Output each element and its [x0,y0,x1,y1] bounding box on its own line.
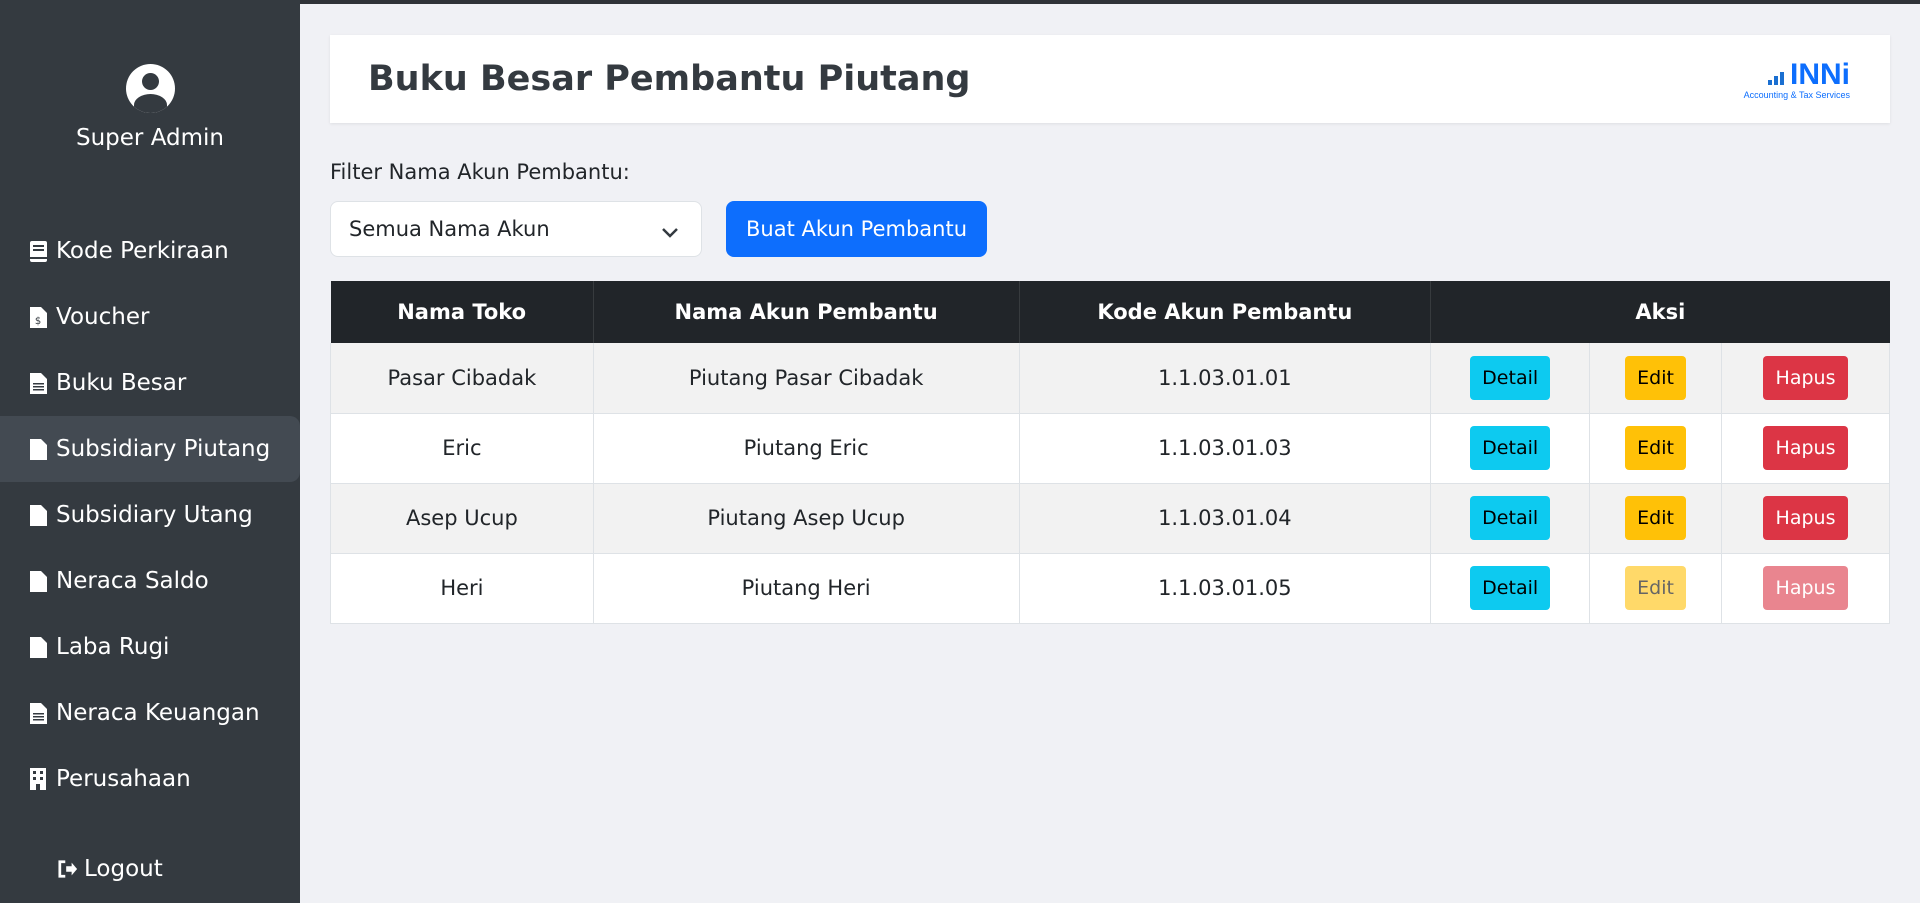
edit-button-disabled: Edit [1625,566,1687,610]
sidebar-item-laba-rugi[interactable]: Laba Rugi [0,614,300,680]
chevron-down-icon [661,220,679,244]
filter-label: Filter Nama Akun Pembantu: [330,160,630,184]
sidebar-item-label: Subsidiary Piutang [56,436,271,462]
create-account-button[interactable]: Buat Akun Pembantu [726,201,987,257]
sidebar-item-neraca-saldo[interactable]: Neraca Saldo [0,548,300,614]
sidebar-item-label: Kode Perkiraan [56,238,229,264]
cell-kode-akun: 1.1.03.01.01 [1018,343,1432,414]
cell-kode-akun: 1.1.03.01.05 [1018,553,1432,624]
sidebar-item-subsidiary-piutang[interactable]: Subsidiary Piutang [0,416,300,482]
column-header: Aksi [1635,300,1686,324]
sidebar-item-kode-perkiraan[interactable]: Kode Perkiraan [0,218,300,284]
document-icon [28,371,48,395]
svg-text:$: $ [34,316,40,327]
book-icon [28,239,48,263]
detail-button[interactable]: Detail [1470,496,1551,540]
sidebar-item-label: Laba Rugi [56,634,170,660]
cell-nama-akun: Piutang Heri [592,553,1020,624]
edit-button[interactable]: Edit [1625,355,1687,400]
delete-button[interactable]: Hapus [1763,426,1849,470]
table-row: Eric Piutang Eric 1.1.03.01.03 Detail Ed… [330,413,1890,484]
document-icon [28,635,48,659]
sidebar-item-buku-besar[interactable]: Buku Besar [0,350,300,416]
cell-nama-akun: Piutang Eric [592,413,1020,484]
table-row: Asep Ucup Piutang Asep Ucup 1.1.03.01.04… [330,483,1890,554]
detail-button[interactable]: Detail [1470,355,1551,400]
sidebar-item-perusahaan[interactable]: Perusahaan [0,746,300,812]
sidebar: Super Admin Kode Perkiraan $ Voucher Buk… [0,0,300,903]
document-icon [28,701,48,725]
sidebar-item-label: Buku Besar [56,370,187,396]
delete-button[interactable]: Hapus [1763,355,1849,400]
cell-nama-toko: Eric [330,413,594,484]
sign-out-icon [58,857,78,881]
column-header: Nama Toko [330,281,594,343]
sidebar-item-neraca-keuangan[interactable]: Neraca Keuangan [0,680,300,746]
sidebar-item-voucher[interactable]: $ Voucher [0,284,300,350]
select-value: Semua Nama Akun [349,217,550,241]
accounts-table: Nama Toko Nama Akun Pembantu Kode Akun P… [330,281,1890,624]
user-avatar-icon [125,64,175,113]
document-icon [28,503,48,527]
detail-button[interactable]: Detail [1470,566,1551,610]
logout-label: Logout [84,856,163,882]
edit-button[interactable]: Edit [1625,426,1687,470]
sidebar-item-label: Neraca Saldo [56,568,209,594]
document-icon [28,569,48,593]
building-icon [28,767,48,791]
column-header: Kode Akun Pembantu [1019,281,1432,343]
logo-subtitle: Accounting & Tax Services [1743,90,1850,100]
sidebar-item-label: Perusahaan [56,766,191,792]
logo-text: INNi [1790,58,1850,91]
delete-button[interactable]: Hapus [1763,496,1849,540]
invoice-icon: $ [28,305,48,329]
cell-nama-toko: Asep Ucup [330,483,594,554]
account-filter-select[interactable]: Semua Nama Akun [330,201,702,257]
logout-button[interactable]: Logout [58,856,163,882]
page-header: Buku Besar Pembantu Piutang INNi Account… [330,35,1890,123]
cell-kode-akun: 1.1.03.01.03 [1018,413,1432,484]
bar-chart-icon [1768,72,1784,85]
cell-nama-toko: Heri [330,553,594,624]
document-icon [28,437,48,461]
page-title: Buku Besar Pembantu Piutang [368,59,971,99]
table-row: Heri Piutang Heri 1.1.03.01.05 Detail Ed… [330,553,1890,624]
sidebar-item-label: Voucher [56,304,150,330]
sidebar-item-subsidiary-utang[interactable]: Subsidiary Utang [0,482,300,548]
user-name: Super Admin [76,125,224,151]
cell-nama-toko: Pasar Cibadak [330,343,594,414]
column-header: Nama Akun Pembantu [593,281,1020,343]
table-row: Pasar Cibadak Piutang Pasar Cibadak 1.1.… [330,343,1890,414]
cell-kode-akun: 1.1.03.01.04 [1018,483,1432,554]
company-logo: INNi Accounting & Tax Services [1743,58,1850,101]
table-header-row: Nama Toko Nama Akun Pembantu Kode Akun P… [330,281,1890,343]
sidebar-item-label: Subsidiary Utang [56,502,253,528]
user-profile: Super Admin [0,64,300,151]
sidebar-item-label: Neraca Keuangan [56,700,260,726]
edit-button[interactable]: Edit [1625,496,1687,540]
cell-nama-akun: Piutang Pasar Cibadak [592,343,1020,414]
cell-nama-akun: Piutang Asep Ucup [592,483,1020,554]
detail-button[interactable]: Detail [1470,426,1551,470]
delete-button-disabled: Hapus [1763,566,1849,610]
